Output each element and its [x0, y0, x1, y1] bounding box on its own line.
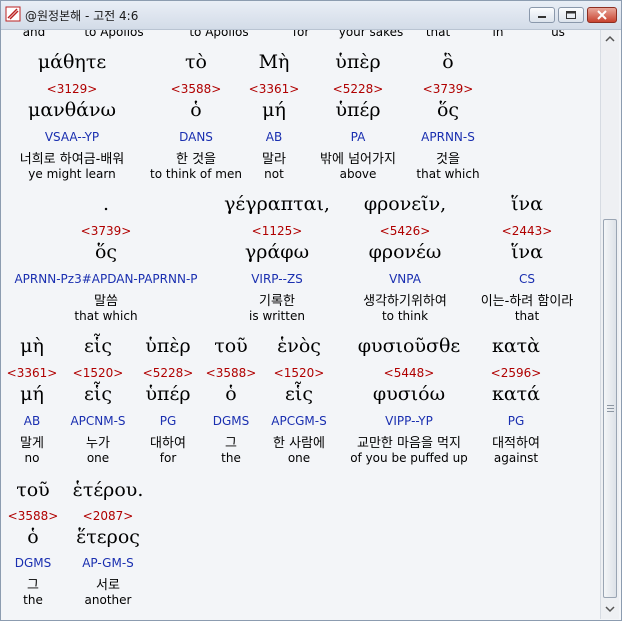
english-gloss: is written [249, 309, 305, 323]
greek-word[interactable]: ὃ [388, 51, 508, 73]
lemma: φυσιόω [372, 383, 446, 405]
app-icon[interactable] [5, 6, 21, 22]
strong-number[interactable]: <3129> [12, 82, 132, 96]
morphology-code[interactable]: APRNN-S [388, 130, 508, 144]
lemma: ἵνα [511, 241, 543, 263]
morphology-code[interactable]: VNPA [345, 272, 465, 286]
korean-gloss: 이는-하려 함이라 [480, 294, 574, 309]
strong-number[interactable]: <3739> [46, 224, 166, 238]
morphology-code[interactable]: PG [456, 414, 576, 428]
lemma: ἕτερος [76, 526, 140, 548]
lemma: ὅς [436, 99, 460, 121]
english-gloss: that which [416, 167, 480, 181]
greek-word[interactable]: ἑτέρου. [48, 479, 168, 501]
english-gloss: to think [381, 309, 429, 323]
minimize-button[interactable] [529, 7, 555, 23]
strong-number[interactable]: <1125> [217, 224, 337, 238]
korean-gloss: 너희로 하여금-배워 [19, 152, 125, 167]
window-title: @원정본해 - 고전 4:6 [25, 9, 139, 23]
greek-word[interactable]: ἑνὸς [239, 335, 359, 357]
scrollbar-thumb[interactable] [603, 219, 617, 598]
english-gloss: that [514, 309, 540, 323]
strong-number[interactable]: <2087> [48, 509, 168, 523]
top-partial-gloss: to Apollos [84, 30, 144, 39]
strong-number[interactable]: <1520> [239, 366, 359, 380]
lemma: κατά [491, 383, 541, 405]
morphology-code[interactable]: VIRP--ZS [217, 272, 337, 286]
korean-gloss: 생각하기위하여 [363, 294, 447, 309]
korean-gloss: 대적하여 [492, 436, 540, 451]
close-button[interactable] [587, 7, 617, 23]
english-gloss: against [493, 451, 539, 465]
greek-word[interactable]: ἵνα [467, 193, 587, 215]
lemma: γράφω [244, 241, 310, 263]
lemma: ὅς [94, 241, 118, 263]
greek-word[interactable]: φυσιοῦσθε [349, 335, 469, 357]
morphology-code[interactable]: CS [467, 272, 587, 286]
lemma: φρονέω [368, 241, 442, 263]
korean-gloss: 말씀 [94, 294, 118, 309]
morphology-code[interactable]: VIPP--YP [349, 414, 469, 428]
strong-number[interactable]: <5426> [345, 224, 465, 238]
lemma: εἷς [285, 383, 313, 405]
strong-number[interactable]: <2443> [467, 224, 587, 238]
maximize-icon [566, 11, 576, 19]
morphology-code[interactable]: VSAA--YP [12, 130, 132, 144]
morphology-code[interactable]: APCGM-S [239, 414, 359, 428]
english-gloss: another [84, 593, 132, 607]
strong-number[interactable]: <5448> [349, 366, 469, 380]
strong-number[interactable]: <2596> [456, 366, 576, 380]
korean-gloss: 기록한 [259, 294, 295, 309]
english-gloss: of you be puffed up [350, 451, 468, 465]
greek-word[interactable]: . [46, 193, 166, 215]
app-window: @원정본해 - 고전 4:6 and to Apollos to Apollos… [0, 0, 622, 621]
vertical-scrollbar[interactable] [600, 30, 619, 619]
top-partial-gloss: us [551, 30, 565, 39]
interlinear-view: and to Apollos to Apollos for your sakes… [2, 30, 600, 620]
close-icon [597, 10, 607, 20]
korean-gloss: 한 사람에 [273, 436, 325, 451]
english-gloss: that which [74, 309, 138, 323]
korean-gloss: 교만한 마음을 먹지 [357, 436, 461, 451]
strong-number[interactable]: <3739> [388, 82, 508, 96]
morphology-code[interactable]: AP-GM-S [48, 556, 168, 570]
scroll-down-arrow-icon[interactable] [603, 602, 617, 616]
korean-gloss: 것을 [436, 152, 460, 167]
morphology-code[interactable]: APRNN-Pz3#APDAN-PAPRNN-P [2, 272, 211, 286]
greek-word[interactable]: φρονεῖν, [345, 193, 465, 215]
greek-word[interactable]: γέγραπται, [217, 193, 337, 215]
greek-word[interactable]: μάθητε [12, 51, 132, 73]
title-bar: @원정본해 - 고전 4:6 [1, 1, 621, 30]
english-gloss: ye might learn [28, 167, 116, 181]
lemma: μανθάνω [27, 99, 117, 121]
korean-gloss: 서로 [96, 578, 120, 593]
maximize-button[interactable] [558, 7, 584, 23]
scroll-up-arrow-icon[interactable] [603, 32, 617, 46]
greek-word[interactable]: κατὰ [456, 335, 576, 357]
minimize-icon [538, 16, 546, 18]
english-gloss: one [287, 451, 311, 465]
